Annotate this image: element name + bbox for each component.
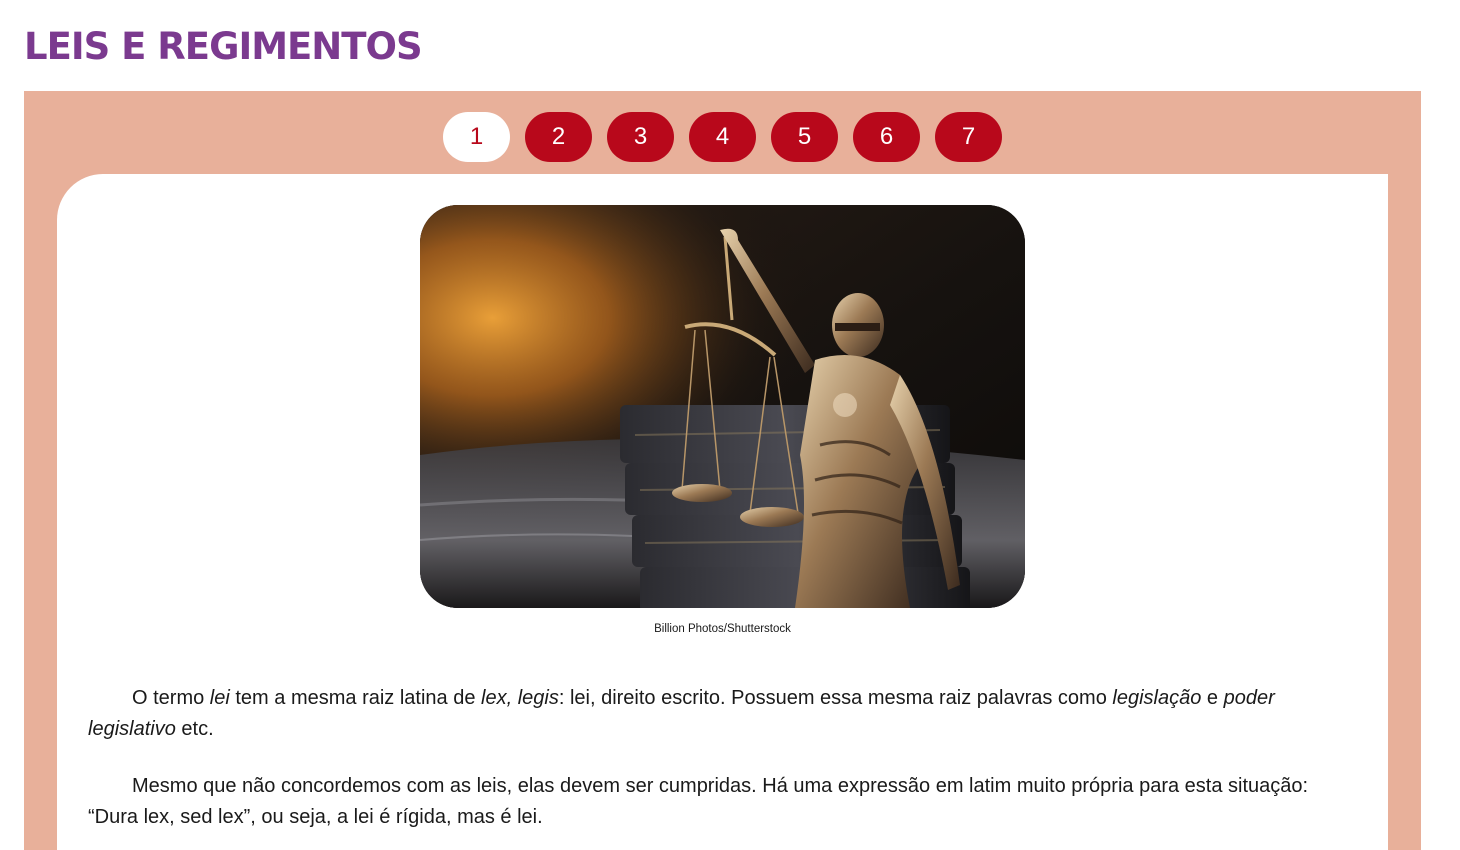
text-run: etc. [175,718,214,740]
page: LEIS E REGIMENTOS 1 2 3 4 5 6 7 Billion … [0,0,1460,850]
page-button-1[interactable]: 1 [443,112,510,162]
page-button-3[interactable]: 3 [607,112,674,162]
text-run-italic: lei [209,687,230,709]
page-button-5[interactable]: 5 [771,112,838,162]
page-button-4[interactable]: 4 [689,112,756,162]
text-run: : lei, direito escrito. Possuem essa mes… [558,687,1113,709]
page-button-6[interactable]: 6 [853,112,920,162]
text-run: Mesmo que não concordemos com as leis, e… [88,775,1309,828]
page-button-2[interactable]: 2 [525,112,592,162]
paragraph-1: O termo lei tem a mesma raiz latina de l… [88,683,1338,745]
paragraph-2: Mesmo que não concordemos com as leis, e… [88,771,1338,833]
text-run: e [1201,687,1224,709]
page-button-7[interactable]: 7 [935,112,1002,162]
content-card: Billion Photos/Shutterstock O termo lei … [57,174,1388,850]
text-run: O termo [132,687,210,709]
pagination: 1 2 3 4 5 6 7 [443,112,1002,162]
text-run-italic: legislação [1112,687,1202,709]
content-panel: 1 2 3 4 5 6 7 Billion Photos/Shutterstoc… [24,91,1421,850]
page-title: LEIS E REGIMENTOS [24,25,423,68]
photo-credit: Billion Photos/Shutterstock [654,623,791,635]
justice-statue-photo [420,205,1025,608]
text-run-italic: lex, legis [481,687,559,709]
text-run: tem a mesma raiz latina de [229,687,482,709]
